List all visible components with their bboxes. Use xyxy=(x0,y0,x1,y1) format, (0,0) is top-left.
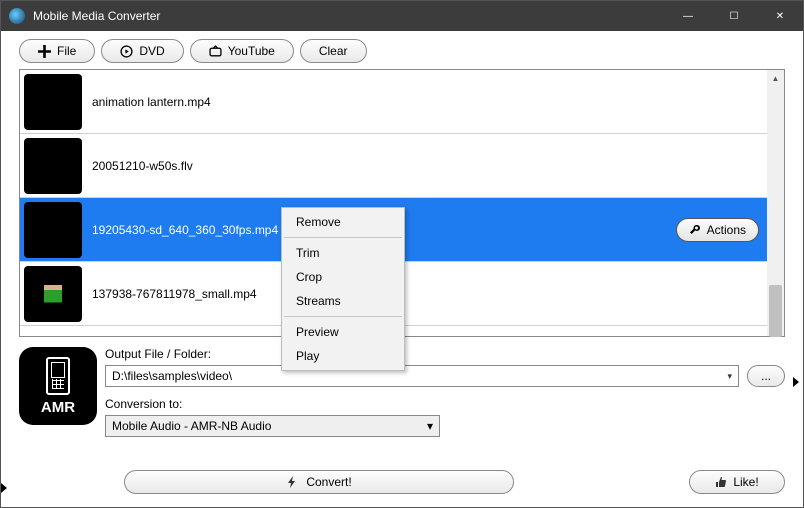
like-button[interactable]: Like! xyxy=(689,470,785,494)
menu-item-remove[interactable]: Remove xyxy=(282,210,404,234)
chevron-down-icon: ▾ xyxy=(727,371,732,382)
actions-button[interactable]: Actions xyxy=(676,218,759,242)
bolt-icon xyxy=(286,476,298,488)
expand-right-icon[interactable] xyxy=(793,377,799,387)
file-name-label: 20051210-w50s.flv xyxy=(92,159,759,173)
menu-item-preview[interactable]: Preview xyxy=(282,320,404,344)
tv-icon xyxy=(209,45,222,58)
conversion-label: Conversion to: xyxy=(105,397,785,411)
dvd-button[interactable]: DVD xyxy=(101,39,183,63)
list-item[interactable]: animation lantern.mp4 xyxy=(20,70,767,134)
scroll-thumb[interactable] xyxy=(769,285,782,337)
context-menu: Remove Trim Crop Streams Preview Play xyxy=(281,207,405,371)
clear-button[interactable]: Clear xyxy=(300,39,367,63)
window-minimize-button[interactable]: — xyxy=(665,1,711,31)
footer-bar: Convert! Like! xyxy=(1,465,803,507)
play-circle-icon xyxy=(120,45,133,58)
output-path-combo[interactable]: D:\files\samples\video\ ▾ xyxy=(105,365,739,387)
output-label: Output File / Folder: xyxy=(105,347,785,361)
plus-icon xyxy=(38,45,51,58)
thumbs-up-icon xyxy=(715,476,727,488)
menu-item-streams[interactable]: Streams xyxy=(282,289,404,313)
file-name-label: animation lantern.mp4 xyxy=(92,95,759,109)
file-thumbnail xyxy=(24,138,82,194)
phone-icon xyxy=(46,357,70,395)
menu-item-crop[interactable]: Crop xyxy=(282,265,404,289)
browse-button[interactable]: ... xyxy=(747,365,785,387)
window-close-button[interactable]: ✕ xyxy=(757,1,803,31)
scroll-up-button[interactable]: ▲ xyxy=(767,70,784,87)
expand-left-icon[interactable] xyxy=(1,483,7,493)
window-titlebar: Mobile Media Converter — ☐ ✕ xyxy=(1,1,803,31)
chevron-down-icon: ▾ xyxy=(427,419,433,433)
menu-separator xyxy=(284,237,402,238)
menu-item-play[interactable]: Play xyxy=(282,344,404,368)
app-icon xyxy=(9,8,25,24)
add-file-button[interactable]: File xyxy=(19,39,95,63)
window-maximize-button[interactable]: ☐ xyxy=(711,1,757,31)
file-thumbnail xyxy=(24,202,82,258)
wrench-icon xyxy=(689,224,701,236)
output-path-value: D:\files\samples\video\ xyxy=(112,369,727,383)
scroll-track[interactable] xyxy=(767,87,784,319)
list-item[interactable]: 20051210-w50s.flv xyxy=(20,134,767,198)
menu-separator xyxy=(284,316,402,317)
convert-button[interactable]: Convert! xyxy=(124,470,514,494)
conversion-value: Mobile Audio - AMR-NB Audio xyxy=(112,419,427,433)
conversion-format-combo[interactable]: Mobile Audio - AMR-NB Audio ▾ xyxy=(105,415,440,437)
main-toolbar: File DVD YouTube Clear xyxy=(1,31,803,69)
scrollbar-vertical[interactable]: ▲ ▼ xyxy=(767,70,784,336)
file-name-label: 137938-767811978_small.mp4 xyxy=(92,287,759,301)
file-thumbnail xyxy=(24,74,82,130)
youtube-button[interactable]: YouTube xyxy=(190,39,294,63)
window-title: Mobile Media Converter xyxy=(33,9,160,23)
menu-item-trim[interactable]: Trim xyxy=(282,241,404,265)
format-badge-label: AMR xyxy=(41,399,75,416)
file-thumbnail xyxy=(24,266,82,322)
format-badge: AMR xyxy=(19,347,97,425)
